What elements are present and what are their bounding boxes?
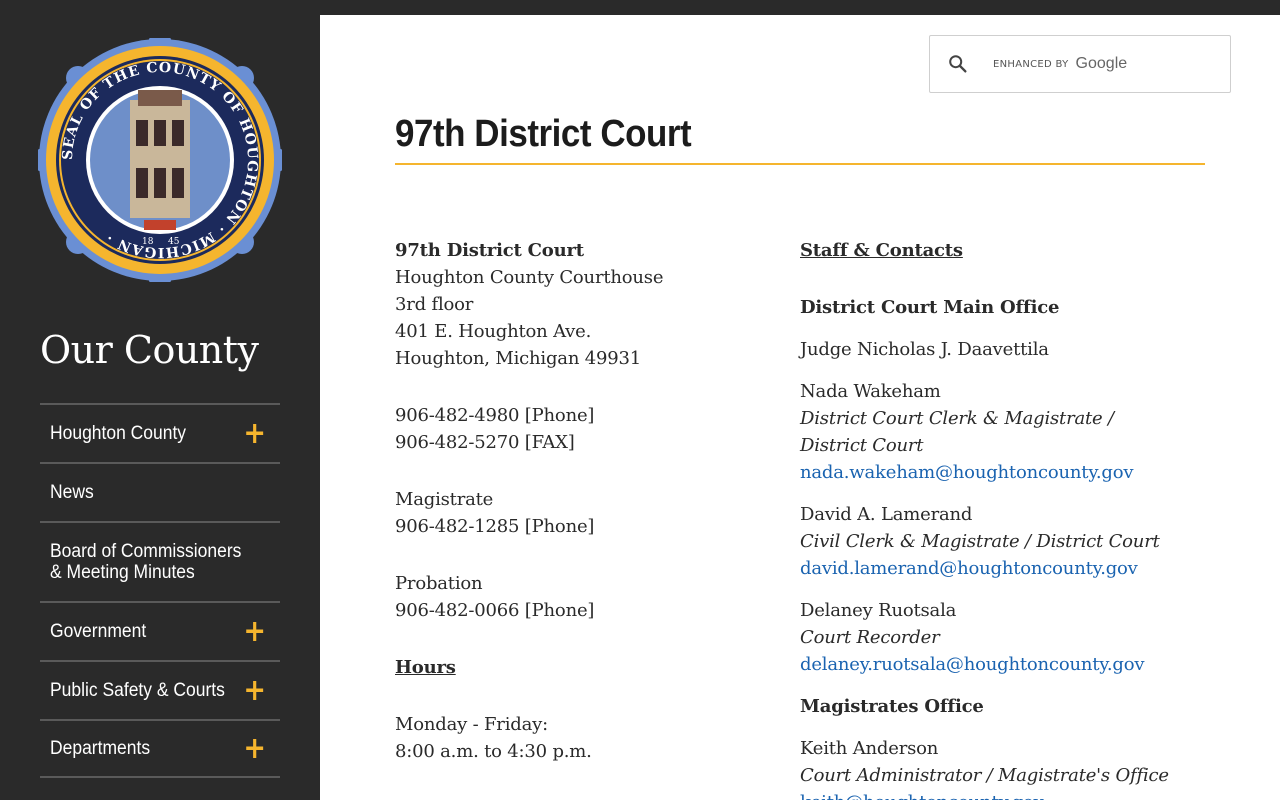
sidebar: SEAL OF THE COUNTY OF HOUGHTON · MICHIGA… — [0, 0, 320, 800]
sidebar-item-label: Public Safety & Courts — [50, 680, 225, 701]
staff-contacts-column: Staff & Contacts District Court Main Off… — [800, 237, 1180, 800]
county-seal-logo[interactable]: SEAL OF THE COUNTY OF HOUGHTON · MICHIGA… — [38, 38, 282, 282]
svg-text:18: 18 — [142, 237, 154, 247]
sidebar-item-government[interactable]: Government + — [40, 601, 280, 660]
magistrates-heading: Magistrates Office — [800, 696, 984, 717]
hours-heading: Hours — [395, 657, 456, 678]
sidebar-item-departments[interactable]: Departments + — [40, 719, 280, 778]
sidebar-title: Our County — [40, 328, 259, 372]
staff-name: David A. Lamerand — [800, 504, 973, 525]
address-line: 401 E. Houghton Ave. — [395, 321, 592, 342]
address-line: 3rd floor — [395, 294, 474, 315]
sidebar-item-houghton-county[interactable]: Houghton County + — [40, 403, 280, 462]
main-content: ENHANCED BY Google 97th District Court 9… — [320, 15, 1280, 800]
address-line: Houghton, Michigan 49931 — [395, 348, 641, 369]
sidebar-item-public-safety-courts[interactable]: Public Safety & Courts + — [40, 660, 280, 719]
judge-name: Judge Nicholas J. Daavettila — [800, 339, 1049, 360]
sidebar-nav: Houghton County + News Board of Commissi… — [40, 403, 280, 778]
staff-name: Delaney Ruotsala — [800, 600, 957, 621]
sidebar-item-label: Government — [50, 621, 147, 642]
expand-plus-icon[interactable]: + — [243, 616, 266, 647]
hours-days: Monday - Friday: — [395, 714, 548, 735]
contact-info-column: 97th District Court Houghton County Cour… — [395, 237, 775, 765]
magistrate-label: Magistrate — [395, 489, 494, 510]
staff-role: District Court Clerk & Magistrate / Dist… — [800, 408, 1114, 456]
main-office-heading: District Court Main Office — [800, 297, 1060, 318]
sidebar-item-label: Board of Commissioners & Meeting Minutes — [50, 541, 242, 583]
staff-role: Court Administrator / Magistrate's Offic… — [800, 765, 1169, 786]
staff-name: Nada Wakeham — [800, 381, 941, 402]
phone-number: 906-482-4980 [Phone] — [395, 405, 595, 426]
sidebar-item-label: News — [50, 482, 94, 503]
court-name: 97th District Court — [395, 240, 584, 261]
probation-phone: 906-482-0066 [Phone] — [395, 600, 595, 621]
staff-email-link[interactable]: david.lamerand@houghtoncounty.gov — [800, 558, 1138, 579]
expand-plus-icon[interactable]: + — [243, 675, 266, 706]
expand-plus-icon[interactable]: + — [243, 733, 266, 764]
staff-name: Keith Anderson — [800, 738, 939, 759]
staff-email-link[interactable]: nada.wakeham@houghtoncounty.gov — [800, 462, 1134, 483]
staff-heading: Staff & Contacts — [800, 240, 963, 261]
fax-number: 906-482-5270 [FAX] — [395, 432, 575, 453]
staff-role: Court Recorder — [800, 627, 940, 648]
sidebar-item-board-of-commissioners[interactable]: Board of Commissioners & Meeting Minutes — [40, 521, 280, 601]
staff-email-link[interactable]: delaney.ruotsala@houghtoncounty.gov — [800, 654, 1145, 675]
hours-time: 8:00 a.m. to 4:30 p.m. — [395, 741, 592, 762]
sidebar-item-label: Houghton County — [50, 423, 187, 444]
title-divider — [395, 163, 1205, 165]
sidebar-item-news[interactable]: News — [40, 462, 280, 521]
page-title: 97th District Court — [395, 113, 692, 155]
expand-plus-icon[interactable]: + — [243, 418, 266, 449]
sidebar-item-label: Departments — [50, 738, 151, 759]
address-line: Houghton County Courthouse — [395, 267, 664, 288]
magistrate-phone: 906-482-1285 [Phone] — [395, 516, 595, 537]
staff-email-link[interactable]: keith@houghtoncounty.gov — [800, 792, 1044, 800]
svg-text:45: 45 — [168, 237, 180, 247]
probation-label: Probation — [395, 573, 483, 594]
staff-role: Civil Clerk & Magistrate / District Cour… — [800, 531, 1160, 552]
search-box[interactable]: ENHANCED BY Google — [929, 35, 1231, 93]
